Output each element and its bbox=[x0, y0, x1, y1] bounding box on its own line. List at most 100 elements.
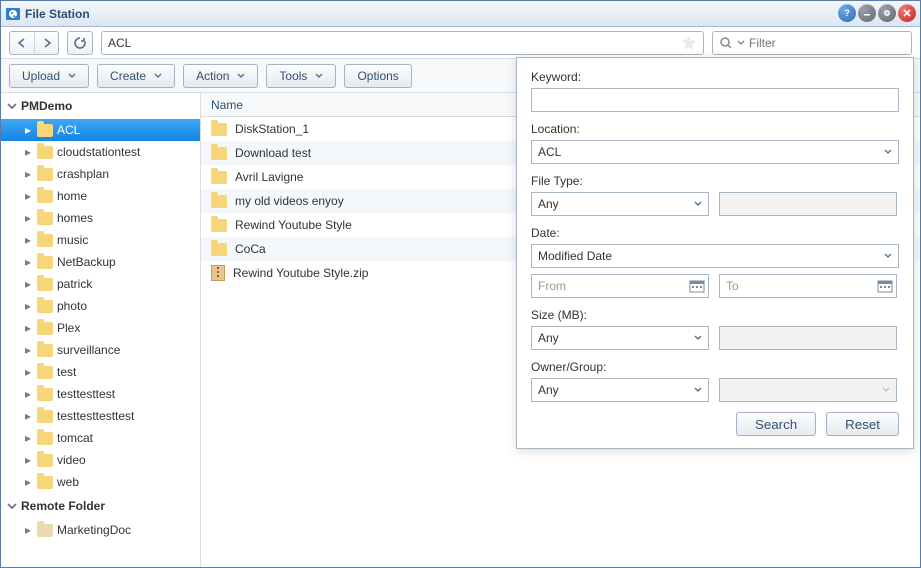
sidebar-item-photo[interactable]: ▸photo bbox=[1, 295, 200, 317]
folder-icon bbox=[37, 212, 53, 225]
folder-icon bbox=[211, 123, 227, 136]
keyword-label: Keyword: bbox=[531, 70, 899, 84]
chevron-down-icon bbox=[694, 200, 702, 208]
sidebar-item-label: surveillance bbox=[57, 343, 120, 357]
sidebar-item-music[interactable]: ▸music bbox=[1, 229, 200, 251]
nav-forward-button[interactable] bbox=[34, 32, 58, 54]
sidebar-item-testtesttest[interactable]: ▸testtesttest bbox=[1, 383, 200, 405]
filter-dropdown-icon[interactable] bbox=[737, 39, 745, 47]
folder-icon bbox=[37, 476, 53, 489]
help-button[interactable]: ? bbox=[838, 4, 856, 22]
expand-icon: ▸ bbox=[23, 189, 33, 203]
search-button[interactable]: Search bbox=[736, 412, 816, 436]
chevron-down-icon bbox=[154, 72, 162, 80]
action-button[interactable]: Action bbox=[183, 64, 258, 88]
chevron-down-icon bbox=[315, 72, 323, 80]
expand-icon: ▸ bbox=[23, 453, 33, 467]
expand-icon: ▸ bbox=[23, 123, 33, 137]
date-type-select[interactable]: Modified Date bbox=[531, 244, 899, 268]
date-from-input[interactable] bbox=[531, 274, 709, 298]
sidebar-item-plex[interactable]: ▸Plex bbox=[1, 317, 200, 339]
sidebar-item-label: tomcat bbox=[57, 431, 93, 445]
maximize-button[interactable] bbox=[878, 4, 896, 22]
sidebar-item-label: video bbox=[57, 453, 86, 467]
options-button[interactable]: Options bbox=[344, 64, 411, 88]
sidebar-item-home[interactable]: ▸ home bbox=[1, 185, 200, 207]
window-controls: ? bbox=[838, 4, 916, 22]
folder-icon bbox=[37, 190, 53, 203]
sidebar-item-marketingdoc[interactable]: ▸MarketingDoc bbox=[1, 519, 200, 541]
expand-icon: ▸ bbox=[23, 167, 33, 181]
filetype-select[interactable]: Any bbox=[531, 192, 709, 216]
sidebar-item-acl[interactable]: ▸ACL bbox=[1, 119, 200, 141]
sidebar-item-cloudstationtest[interactable]: ▸cloudstationtest bbox=[1, 141, 200, 163]
path-text: ACL bbox=[108, 36, 681, 50]
file-name: Download test bbox=[235, 146, 311, 160]
folder-icon bbox=[37, 388, 53, 401]
filetype-ext-input bbox=[719, 192, 897, 216]
archive-icon bbox=[211, 265, 225, 281]
sidebar-item-web[interactable]: ▸web bbox=[1, 471, 200, 493]
create-button[interactable]: Create bbox=[97, 64, 175, 88]
sidebar-item-label: home bbox=[57, 189, 87, 203]
upload-button[interactable]: Upload bbox=[9, 64, 89, 88]
sidebar-item-label: test bbox=[57, 365, 76, 379]
sidebar-item-label: homes bbox=[57, 211, 93, 225]
calendar-icon[interactable] bbox=[877, 278, 893, 294]
expand-icon: ▸ bbox=[23, 365, 33, 379]
folder-icon bbox=[37, 256, 53, 269]
tools-button[interactable]: Tools bbox=[266, 64, 336, 88]
folder-icon bbox=[37, 300, 53, 313]
filter-box[interactable] bbox=[712, 31, 912, 55]
sidebar-item-tomcat[interactable]: ▸ tomcat bbox=[1, 427, 200, 449]
folder-icon bbox=[37, 234, 53, 247]
expand-icon: ▸ bbox=[23, 523, 33, 537]
sidebar-item-crashplan[interactable]: ▸crashplan bbox=[1, 163, 200, 185]
tree-remote-label: Remote Folder bbox=[21, 499, 105, 513]
owner-select[interactable]: Any bbox=[531, 378, 709, 402]
minimize-button[interactable] bbox=[858, 4, 876, 22]
size-select[interactable]: Any bbox=[531, 326, 709, 350]
calendar-icon[interactable] bbox=[689, 278, 705, 294]
sidebar-item-patrick[interactable]: ▸patrick bbox=[1, 273, 200, 295]
expand-icon: ▸ bbox=[23, 211, 33, 225]
file-name: DiskStation_1 bbox=[235, 122, 309, 136]
svg-text:?: ? bbox=[844, 8, 850, 18]
location-select[interactable]: ACL bbox=[531, 140, 899, 164]
reload-button[interactable] bbox=[67, 31, 93, 55]
expand-icon: ▸ bbox=[23, 409, 33, 423]
collapse-icon bbox=[7, 101, 17, 111]
sidebar-item-testtesttesttest[interactable]: ▸testtesttesttest bbox=[1, 405, 200, 427]
sidebar-item-video[interactable]: ▸ video bbox=[1, 449, 200, 471]
tree-remote-header[interactable]: Remote Folder bbox=[1, 493, 200, 519]
sidebar-item-label: Plex bbox=[57, 321, 80, 335]
size-value-input bbox=[719, 326, 897, 350]
expand-icon: ▸ bbox=[23, 431, 33, 445]
app-title: File Station bbox=[25, 7, 90, 21]
path-bar[interactable]: ACL bbox=[101, 31, 704, 55]
nav-back-button[interactable] bbox=[10, 32, 34, 54]
sidebar-item-surveillance[interactable]: ▸surveillance bbox=[1, 339, 200, 361]
owner-label: Owner/Group: bbox=[531, 360, 899, 374]
folder-icon bbox=[37, 432, 53, 445]
tree-root[interactable]: PMDemo bbox=[1, 93, 200, 119]
sidebar-item-netbackup[interactable]: ▸NetBackup bbox=[1, 251, 200, 273]
sidebar-item-homes[interactable]: ▸ homes bbox=[1, 207, 200, 229]
navbar: ACL bbox=[1, 27, 920, 59]
reset-button[interactable]: Reset bbox=[826, 412, 899, 436]
expand-icon: ▸ bbox=[23, 145, 33, 159]
sidebar-item-test[interactable]: ▸ test bbox=[1, 361, 200, 383]
close-button[interactable] bbox=[898, 4, 916, 22]
nav-group bbox=[9, 31, 59, 55]
expand-icon: ▸ bbox=[23, 255, 33, 269]
keyword-input[interactable] bbox=[531, 88, 899, 112]
date-label: Date: bbox=[531, 226, 899, 240]
chevron-down-icon bbox=[68, 72, 76, 80]
tree-root-label: PMDemo bbox=[21, 99, 72, 113]
filter-input[interactable] bbox=[749, 36, 905, 50]
search-icon bbox=[719, 36, 733, 50]
date-to-input[interactable] bbox=[719, 274, 897, 298]
favorite-star-icon[interactable] bbox=[681, 35, 697, 51]
folder-icon bbox=[211, 171, 227, 184]
sidebar[interactable]: PMDemo ▸ACL▸cloudstationtest▸crashplan▸h… bbox=[1, 93, 201, 567]
